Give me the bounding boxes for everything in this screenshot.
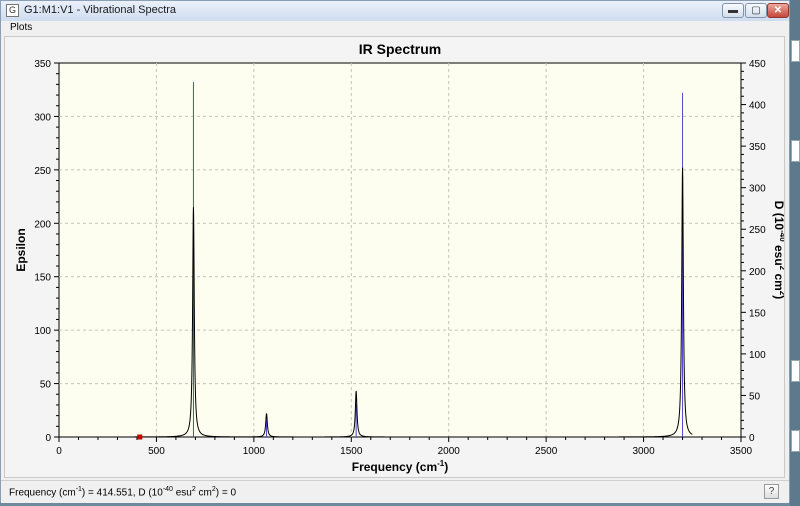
y2-tick-label: 400 — [749, 101, 766, 112]
x-tick-label: 1000 — [243, 446, 266, 457]
x-tick-label: 2500 — [535, 446, 558, 457]
y-tick-label: 250 — [34, 166, 51, 177]
x-axis-label: Frequency (cm-1) — [352, 459, 448, 474]
y2-tick-label: 0 — [749, 433, 755, 444]
title-bar[interactable]: G G1:M1:V1 - Vibrational Spectra ▬ ▢ ✕ — [1, 1, 789, 22]
minimize-button[interactable]: ▬ — [722, 3, 744, 18]
x-tick-label: 3500 — [730, 446, 753, 457]
y2-tick-label: 200 — [749, 267, 766, 278]
y-tick-label: 50 — [40, 380, 52, 391]
x-tick-label: 3000 — [632, 446, 655, 457]
y2-tick-label: 250 — [749, 225, 766, 236]
y-tick-label: 0 — [45, 433, 51, 444]
desktop-window-edge — [791, 430, 800, 452]
menu-bar: Plots — [1, 21, 789, 36]
close-button[interactable]: ✕ — [767, 3, 789, 18]
desktop-window-edge — [791, 360, 800, 382]
plot-panel[interactable]: IR Spectrum 0 500 1000 1500 2000 2500 3000 3500 0… — [4, 36, 787, 478]
y-tick-label: 100 — [34, 326, 51, 337]
maximize-button[interactable]: ▢ — [745, 3, 767, 18]
status-readout: Frequency (cm-1) = 414.551, D (10-40 esu… — [9, 486, 237, 499]
y2-tick-label: 50 — [749, 391, 761, 402]
app-icon: G — [6, 4, 19, 17]
window-title: G1:M1:V1 - Vibrational Spectra — [24, 4, 177, 16]
desktop-background — [790, 0, 800, 506]
y2-tick-label: 300 — [749, 184, 766, 195]
y2-tick-label: 150 — [749, 308, 766, 319]
x-tick-label: 1500 — [340, 446, 363, 457]
y2-tick-label: 100 — [749, 350, 766, 361]
x-tick-label: 2000 — [438, 446, 461, 457]
x-tick-label: 0 — [56, 446, 62, 457]
help-button[interactable]: ? — [764, 484, 779, 499]
y2-tick-label: 350 — [749, 142, 766, 153]
status-bar: Frequency (cm-1) = 414.551, D (10-40 esu… — [1, 480, 789, 503]
y2-axis-label: D (10-40 esu2 cm2) — [772, 201, 784, 300]
x-tick-label: 500 — [148, 446, 165, 457]
plot-area — [58, 62, 742, 438]
desktop-window-edge — [791, 140, 800, 162]
chart-title: IR Spectrum — [359, 41, 441, 57]
y2-tick-label: 450 — [749, 59, 766, 70]
y-tick-label: 200 — [34, 219, 51, 230]
menu-plots[interactable]: Plots — [10, 22, 32, 33]
y-tick-label: 300 — [34, 112, 51, 123]
cursor-marker — [137, 434, 143, 440]
y-axis-label: Epsilon — [14, 228, 28, 271]
ir-spectrum-chart[interactable]: IR Spectrum0 500 1000 1500 2000 2500 3000 35000… — [5, 37, 787, 477]
y-tick-label: 350 — [34, 59, 51, 70]
desktop-window-edge — [791, 40, 800, 62]
y-tick-label: 150 — [34, 273, 51, 284]
vibrational-spectra-window: G G1:M1:V1 - Vibrational Spectra ▬ ▢ ✕ P… — [0, 0, 790, 503]
